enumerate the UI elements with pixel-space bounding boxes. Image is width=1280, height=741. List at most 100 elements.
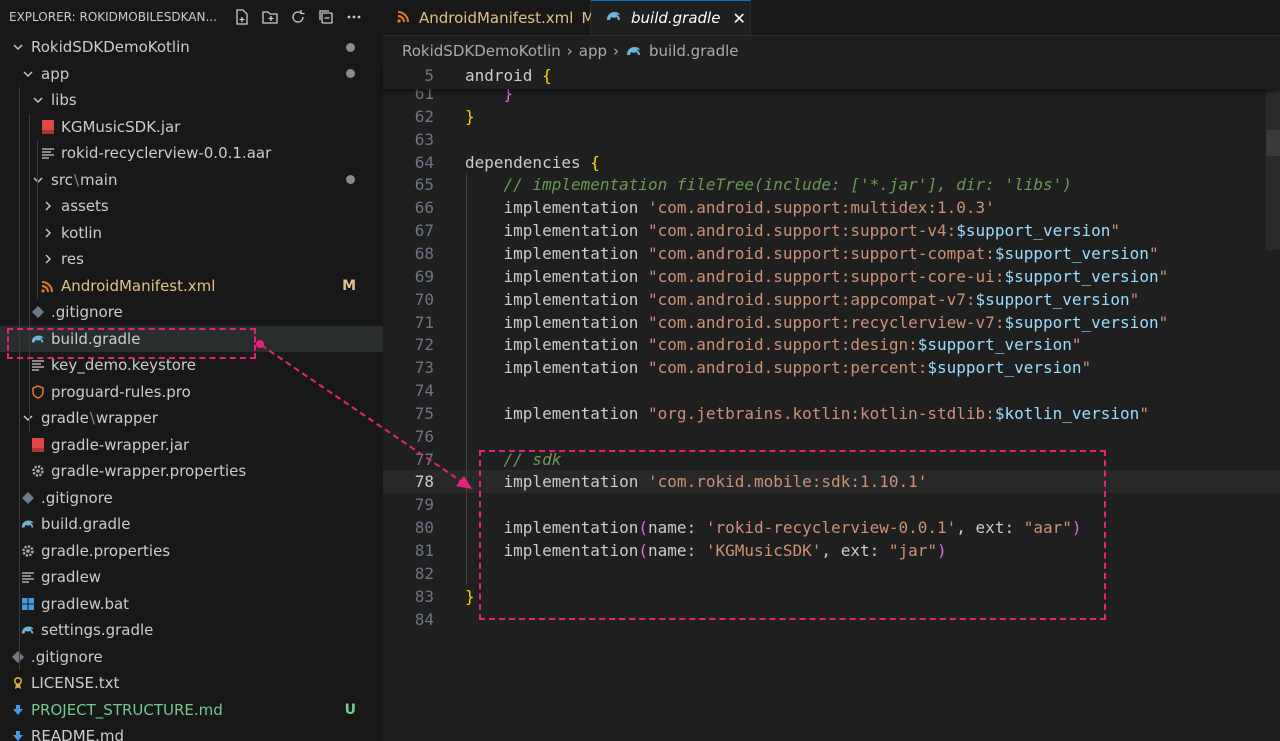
tree-item[interactable]: build.gradle xyxy=(0,511,383,538)
tree-item[interactable]: build.gradle xyxy=(0,325,383,352)
new-file-icon[interactable] xyxy=(231,6,253,28)
editor-line[interactable]: 80 implementation(name: 'rokid-recyclerv… xyxy=(383,516,1280,539)
editor-line[interactable]: 75 implementation "org.jetbrains.kotlin:… xyxy=(383,402,1280,425)
code-token: "com.android.support:support-core-ui: xyxy=(648,266,1005,286)
tree-item[interactable]: proguard-rules.pro xyxy=(0,379,383,406)
tree-item[interactable]: KGMusicSDK.jar xyxy=(0,114,383,141)
code-line: implementation 'com.android.support:mult… xyxy=(465,198,995,217)
git-status-badge: U xyxy=(344,701,356,718)
editor-line[interactable]: 66 implementation 'com.android.support:m… xyxy=(383,196,1280,219)
editor-line[interactable]: 72 implementation "com.android.support:d… xyxy=(383,333,1280,356)
tree-item-label: rokid-recyclerview-0.0.1.aar xyxy=(61,144,272,163)
editor-line[interactable]: 82 xyxy=(383,562,1280,585)
tab-build-gradle[interactable]: build.gradle ✕ xyxy=(591,0,751,35)
chevron-down-icon[interactable] xyxy=(30,92,46,108)
tree-item[interactable]: assets xyxy=(0,193,383,220)
tree-item[interactable]: RokidSDKDemoKotlin xyxy=(0,34,383,61)
editor-line[interactable]: 78 implementation 'com.rokid.mobile:sdk:… xyxy=(383,470,1280,494)
tree-item-label: gradle\wrapper xyxy=(41,409,158,427)
tab-android-manifest[interactable]: AndroidManifest.xml M xyxy=(383,0,594,35)
chevron-down-icon[interactable] xyxy=(30,172,46,188)
code-token: , ext: xyxy=(956,518,1024,538)
editor-line[interactable]: 74 xyxy=(383,379,1280,402)
editor-line[interactable]: 77 // sdk xyxy=(383,448,1280,471)
code-line: implementation "com.android.support:recy… xyxy=(465,313,1169,332)
code-token: " xyxy=(1148,243,1159,263)
editor-line[interactable]: 67 implementation "com.android.support:s… xyxy=(383,219,1280,242)
tree-item[interactable]: rokid-recyclerview-0.0.1.aar xyxy=(0,140,383,167)
tree-item[interactable]: gradle-wrapper.properties xyxy=(0,458,383,485)
file-tree: RokidSDKDemoKotlin app libs KGMusicSDK.jar r… xyxy=(0,34,383,741)
breadcrumb-item[interactable]: app xyxy=(579,42,607,60)
editor-line[interactable]: 84 xyxy=(383,608,1280,631)
editor-line[interactable]: 79 xyxy=(383,493,1280,516)
code-token: } xyxy=(465,586,475,606)
more-icon[interactable] xyxy=(343,6,365,28)
license-icon xyxy=(10,675,26,691)
editor-line[interactable]: 64 dependencies { xyxy=(383,151,1280,174)
collapse-all-icon[interactable] xyxy=(315,6,337,28)
tab-label: build.gradle xyxy=(631,9,721,27)
tree-item[interactable]: gradlew.bat xyxy=(0,591,383,618)
tree-item-label: gradlew xyxy=(41,568,102,587)
tree-item[interactable]: libs xyxy=(0,87,383,114)
editor-line[interactable]: 70 implementation "com.android.support:a… xyxy=(383,288,1280,311)
chevron-right-icon: › xyxy=(566,42,573,60)
tree-item[interactable]: gradle\wrapper xyxy=(0,405,383,432)
editor-line[interactable]: 71 implementation "com.android.support:r… xyxy=(383,311,1280,334)
chevron-right-icon[interactable] xyxy=(40,251,56,267)
tree-item[interactable]: README.md xyxy=(0,723,383,741)
editor-line[interactable]: 63 xyxy=(383,128,1280,151)
editor-line[interactable]: 62} xyxy=(383,105,1280,128)
code-editor[interactable]: 5 android { 61 } 62} 63 64 dependencies {65 /… xyxy=(383,64,1280,741)
tree-item[interactable]: gradle.properties xyxy=(0,538,383,565)
explorer-sidebar: EXPLORER: ROKIDMOBILESDKAN... RokidSDKDe… xyxy=(0,0,383,741)
tree-item[interactable]: .gitignore xyxy=(0,485,383,512)
tree-item[interactable]: app xyxy=(0,61,383,88)
code-token: "com.android.support:appcompat-v7: xyxy=(648,289,976,309)
close-icon[interactable]: ✕ xyxy=(732,9,745,28)
tree-item[interactable]: settings.gradle xyxy=(0,617,383,644)
chevron-right-icon: › xyxy=(613,42,620,60)
code-line: implementation "com.android.support:supp… xyxy=(465,244,1159,263)
gradle-icon xyxy=(30,331,46,347)
new-folder-icon[interactable] xyxy=(259,6,281,28)
sticky-scroll-line[interactable]: 5 android { xyxy=(383,64,1280,89)
chevron-down-icon[interactable] xyxy=(20,410,36,426)
git-icon xyxy=(20,490,36,506)
editor-line[interactable]: 65 // implementation fileTree(include: [… xyxy=(383,173,1280,196)
refresh-icon[interactable] xyxy=(287,6,309,28)
gradle-icon xyxy=(625,44,643,58)
chevron-down-icon[interactable] xyxy=(10,39,26,55)
chevron-down-icon[interactable] xyxy=(20,66,36,82)
tree-item-label-part: gradle xyxy=(41,409,89,428)
tree-item[interactable]: AndroidManifest.xml M xyxy=(0,273,383,300)
tree-item[interactable]: .gitignore xyxy=(0,644,383,671)
editor-line[interactable]: 69 implementation "com.android.support:s… xyxy=(383,265,1280,288)
tree-item-label: KGMusicSDK.jar xyxy=(61,117,181,136)
tree-item[interactable]: key_demo.keystore xyxy=(0,352,383,379)
chevron-right-icon[interactable] xyxy=(40,198,56,214)
editor-line[interactable]: 76 xyxy=(383,425,1280,448)
tree-item-label: build.gradle xyxy=(41,515,131,534)
editor-line[interactable]: 73 implementation "com.android.support:p… xyxy=(383,356,1280,379)
tree-item[interactable]: kotlin xyxy=(0,220,383,247)
code-line[interactable]: android { xyxy=(465,66,552,85)
code-token: implementation xyxy=(465,472,649,492)
jar-file-icon xyxy=(30,437,46,453)
tree-item[interactable]: LICENSE.txt xyxy=(0,670,383,697)
tree-item[interactable]: res xyxy=(0,246,383,273)
breadcrumb-item[interactable]: RokidSDKDemoKotlin xyxy=(402,42,561,60)
tree-item[interactable]: gradlew xyxy=(0,564,383,591)
editor-line[interactable]: 81 implementation(name: 'KGMusicSDK', ex… xyxy=(383,539,1280,562)
editor-line[interactable]: 68 implementation "com.android.support:s… xyxy=(383,242,1280,265)
editor-line[interactable]: 83} xyxy=(383,585,1280,608)
breadcrumb-item[interactable]: build.gradle xyxy=(649,42,738,60)
tree-item[interactable]: src\main xyxy=(0,167,383,194)
modified-dot-indicator xyxy=(346,42,355,52)
tree-item[interactable]: gradle-wrapper.jar xyxy=(0,432,383,459)
chevron-right-icon[interactable] xyxy=(40,225,56,241)
tree-item[interactable]: .gitignore xyxy=(0,299,383,326)
tree-item-label: key_demo.keystore xyxy=(51,356,196,375)
tree-item[interactable]: PROJECT_STRUCTURE.md U xyxy=(0,697,383,724)
